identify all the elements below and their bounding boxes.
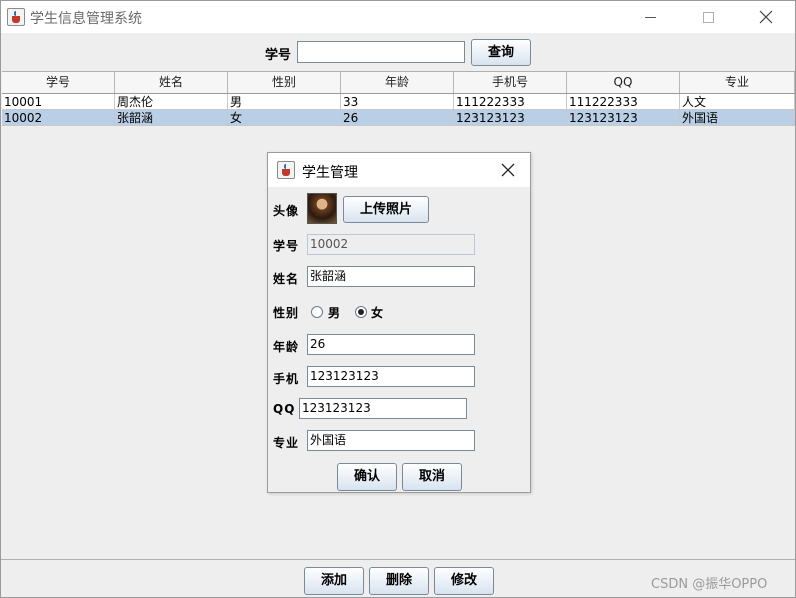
java-cup-icon: [7, 8, 25, 26]
query-button[interactable]: 查询: [471, 39, 531, 66]
table-cell[interactable]: 111222333: [454, 94, 567, 110]
search-bar: 学号 查询: [1, 39, 795, 69]
dialog-title-bar: 学生管理: [268, 153, 530, 187]
close-button[interactable]: [743, 1, 789, 33]
table-cell[interactable]: 女: [228, 110, 341, 126]
title-bar: 学生信息管理系统: [1, 1, 795, 33]
gender-female-radio[interactable]: [355, 306, 367, 318]
gender-female-label: 女: [371, 306, 384, 320]
search-input[interactable]: [297, 41, 465, 63]
delete-button[interactable]: 删除: [369, 567, 429, 595]
upload-photo-button[interactable]: 上传照片: [343, 196, 429, 223]
table-cell[interactable]: 人文: [680, 94, 795, 110]
age-field[interactable]: 26: [307, 334, 475, 355]
gender-male-radio[interactable]: [311, 306, 323, 318]
id-field: 10002: [307, 234, 475, 255]
table-header: 学号 姓名 性别 年龄 手机号 QQ 专业: [2, 72, 795, 94]
age-label: 年龄: [273, 340, 300, 354]
table-cell[interactable]: 张韶涵: [115, 110, 228, 126]
table-cell[interactable]: 10002: [2, 110, 115, 126]
minimize-icon: [644, 16, 656, 18]
watermark: CSDN @振华OPPO: [651, 577, 768, 592]
dialog-title: 学生管理: [302, 165, 358, 181]
phone-label: 手机: [273, 372, 300, 386]
major-field[interactable]: 外国语: [307, 430, 475, 451]
edit-button[interactable]: 修改: [434, 567, 494, 595]
column-header-gender[interactable]: 性别: [228, 72, 341, 93]
table-row-selected[interactable]: 10002 张韶涵 女 26 123123123 123123123 外国语: [2, 110, 795, 126]
table-cell[interactable]: 26: [341, 110, 454, 126]
name-label: 姓名: [273, 272, 300, 286]
qq-field[interactable]: 123123123: [299, 398, 467, 419]
gender-label: 性别: [273, 306, 300, 320]
table-cell[interactable]: 111222333: [567, 94, 680, 110]
main-window: 学生信息管理系统 学号 查询 学号 姓名 性别 年龄 手机号 QQ 专业 100…: [0, 0, 796, 598]
add-button[interactable]: 添加: [304, 567, 364, 595]
major-label: 专业: [273, 436, 300, 450]
table-cell[interactable]: 10001: [2, 94, 115, 110]
java-cup-icon: [277, 161, 295, 179]
column-header-major[interactable]: 专业: [680, 72, 795, 93]
table-cell[interactable]: 周杰伦: [115, 94, 228, 110]
column-header-age[interactable]: 年龄: [341, 72, 454, 93]
table-cell[interactable]: 123123123: [454, 110, 567, 126]
close-icon: [759, 10, 773, 24]
column-header-qq[interactable]: QQ: [567, 72, 680, 93]
search-label: 学号: [265, 48, 292, 63]
window-title: 学生信息管理系统: [30, 11, 142, 27]
confirm-button[interactable]: 确认: [337, 463, 397, 491]
table-cell[interactable]: 男: [228, 94, 341, 110]
table-cell[interactable]: 33: [341, 94, 454, 110]
avatar-image: [307, 193, 337, 224]
avatar-label: 头像: [273, 204, 300, 218]
phone-field[interactable]: 123123123: [307, 366, 475, 387]
maximize-button[interactable]: [685, 1, 731, 33]
gender-male-label: 男: [328, 306, 341, 320]
name-field[interactable]: 张韶涵: [307, 266, 475, 287]
qq-label: QQ: [273, 402, 296, 416]
table-row[interactable]: 10001 周杰伦 男 33 111222333 111222333 人文: [2, 94, 795, 110]
column-header-id[interactable]: 学号: [2, 72, 115, 93]
close-icon: [501, 163, 515, 177]
table-cell[interactable]: 外国语: [680, 110, 795, 126]
cancel-button[interactable]: 取消: [402, 463, 462, 491]
column-header-phone[interactable]: 手机号: [454, 72, 567, 93]
dialog-close-button[interactable]: [498, 161, 518, 179]
maximize-icon: [702, 11, 714, 23]
column-header-name[interactable]: 姓名: [115, 72, 228, 93]
table-cell[interactable]: 123123123: [567, 110, 680, 126]
bottom-toolbar: 添加 删除 修改 CSDN @振华OPPO: [1, 559, 795, 597]
id-label: 学号: [273, 239, 300, 253]
minimize-button[interactable]: [627, 1, 673, 33]
student-dialog: 学生管理 头像 上传照片 学号 10002 姓名 张韶涵 性别 男 女 年龄 2…: [267, 152, 531, 493]
